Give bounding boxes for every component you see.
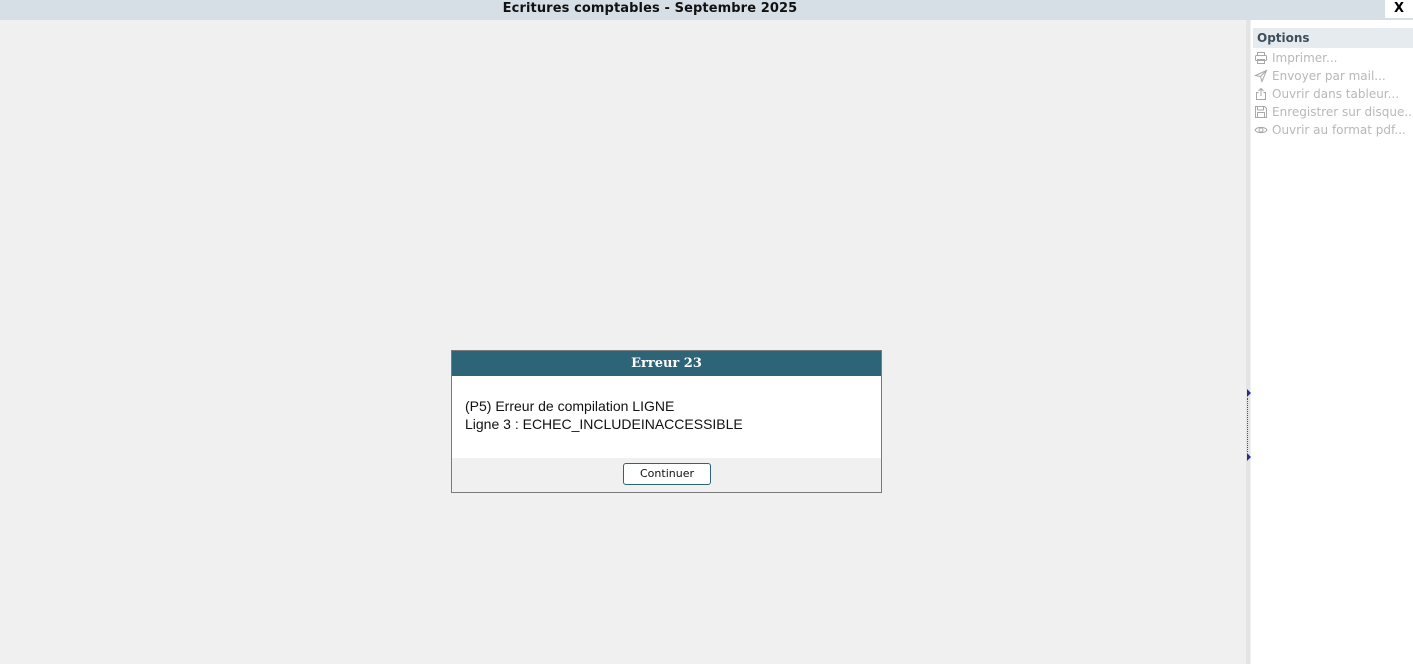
option-save-disk[interactable]: Enregistrer sur disque... bbox=[1253, 103, 1413, 121]
option-label: Imprimer... bbox=[1272, 51, 1338, 65]
floppy-disk-icon bbox=[1255, 106, 1267, 118]
report-area bbox=[0, 20, 1246, 664]
options-header: Options bbox=[1253, 28, 1413, 48]
option-print[interactable]: Imprimer... bbox=[1253, 49, 1413, 67]
error-message-line-1: (P5) Erreur de compilation LIGNE bbox=[465, 398, 675, 414]
error-message-line-2: Ligne 3 : ECHEC_INCLUDEINACCESSIBLE bbox=[465, 416, 743, 432]
option-label: Ouvrir au format pdf... bbox=[1272, 123, 1406, 137]
dialog-message: (P5) Erreur de compilation LIGNE Ligne 3… bbox=[465, 397, 865, 433]
window-title: Ecritures comptables - Septembre 2025 bbox=[502, 1, 798, 16]
panel-splitter[interactable] bbox=[1246, 20, 1251, 664]
option-label: Ouvrir dans tableur... bbox=[1272, 87, 1400, 101]
printer-icon bbox=[1255, 52, 1267, 64]
window-titlebar: Ecritures comptables - Septembre 2025 X bbox=[0, 0, 1413, 20]
close-button[interactable]: X bbox=[1385, 0, 1413, 18]
option-label: Enregistrer sur disque... bbox=[1272, 105, 1413, 119]
option-send-mail[interactable]: Envoyer par mail... bbox=[1253, 67, 1413, 85]
splitter-grip bbox=[1247, 398, 1249, 452]
error-dialog: Erreur 23 (P5) Erreur de compilation LIG… bbox=[451, 350, 882, 493]
send-icon bbox=[1254, 69, 1268, 83]
option-open-spreadsheet[interactable]: Ouvrir dans tableur... bbox=[1253, 85, 1413, 103]
continue-button[interactable]: Continuer bbox=[623, 463, 711, 485]
dialog-footer: Continuer bbox=[452, 458, 881, 492]
options-panel: Options Imprimer... Envoyer par mail... … bbox=[1251, 20, 1413, 664]
share-icon bbox=[1256, 87, 1266, 100]
dialog-title: Erreur 23 bbox=[452, 351, 881, 376]
option-open-pdf[interactable]: Ouvrir au format pdf... bbox=[1253, 121, 1413, 139]
option-label: Envoyer par mail... bbox=[1272, 69, 1386, 83]
eye-icon bbox=[1254, 126, 1268, 134]
